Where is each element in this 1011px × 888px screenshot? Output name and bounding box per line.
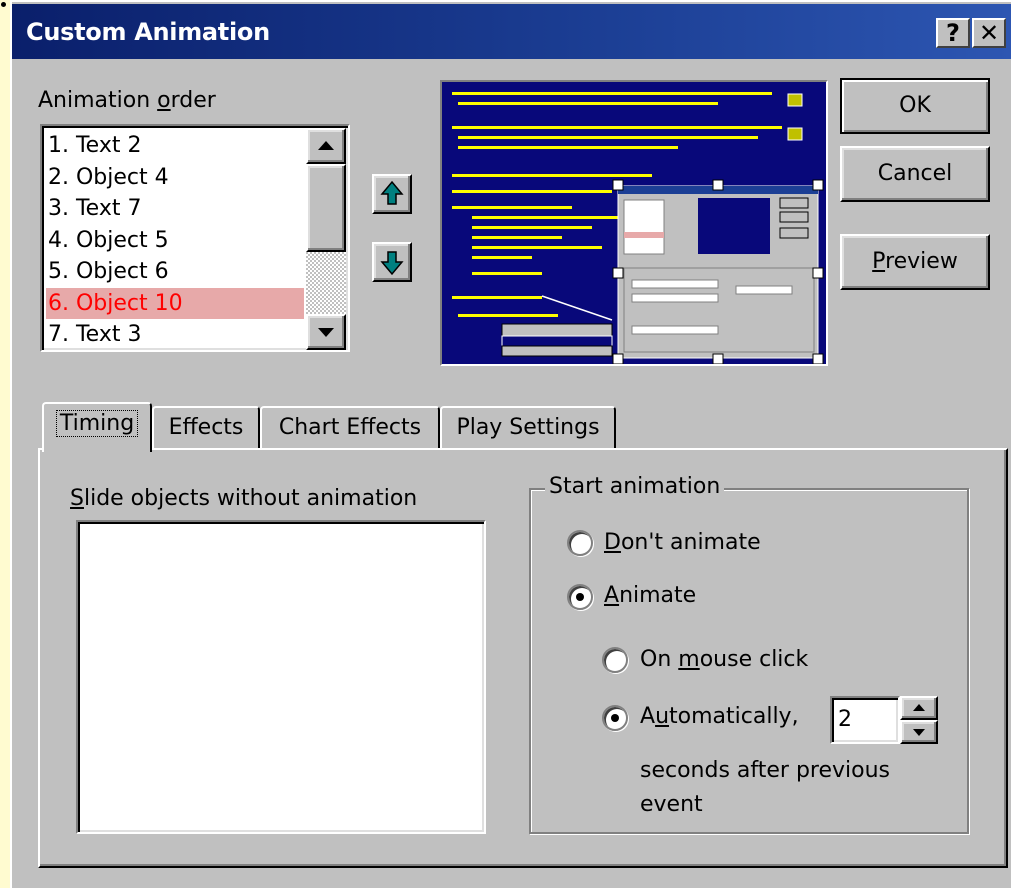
list-item[interactable]: 2. Object 4 <box>46 162 304 194</box>
scroll-up-icon[interactable] <box>306 128 346 164</box>
animation-order-list[interactable]: 1. Text 2 2. Object 4 3. Text 7 4. Object 5… <box>40 124 350 352</box>
animate-radio-dot <box>576 593 584 601</box>
seconds-spinner[interactable] <box>900 696 938 744</box>
close-icon[interactable]: ✕ <box>972 18 1006 48</box>
scroll-track[interactable] <box>306 252 346 314</box>
animation-order-label: Animation order <box>38 88 216 113</box>
tab-play-settings[interactable]: Play Settings <box>440 406 616 450</box>
list-item[interactable]: 3. Text 7 <box>46 193 304 225</box>
custom-animation-dialog: Custom Animation ? ✕ Animation order 1. … <box>10 0 1011 888</box>
list-item[interactable]: 5. Object 6 <box>46 256 304 288</box>
seconds-after-label-line1: seconds after previous <box>640 758 891 783</box>
scroll-thumb[interactable] <box>306 164 346 252</box>
slide-objects-label: Slide objects without animation <box>70 486 418 511</box>
list-item[interactable]: 7. Text 3 <box>46 319 304 350</box>
tab-timing[interactable]: Timing <box>42 402 152 452</box>
move-up-arrow-icon[interactable] <box>372 174 412 214</box>
cursor-dot <box>1 2 6 7</box>
animate-label[interactable]: Animate <box>604 583 696 608</box>
on-mouse-click-radio[interactable] <box>602 647 628 673</box>
dialog-title: Custom Animation <box>26 18 270 46</box>
start-animation-title: Start animation <box>545 474 725 499</box>
on-mouse-click-label[interactable]: On mouse click <box>640 647 808 672</box>
automatically-radio-dot <box>611 714 619 722</box>
tab-effects[interactable]: Effects <box>152 406 260 450</box>
dont-animate-radio[interactable] <box>567 530 593 556</box>
dont-animate-label[interactable]: Don't animate <box>604 530 761 555</box>
seconds-input[interactable]: 2 <box>830 696 900 744</box>
tab-chart-effects[interactable]: Chart Effects <box>260 406 440 450</box>
help-icon[interactable]: ? <box>936 18 970 48</box>
scroll-down-icon[interactable] <box>306 314 346 350</box>
list-item[interactable]: 4. Object 5 <box>46 225 304 257</box>
slide-preview <box>440 80 828 366</box>
list-item[interactable]: 6. Object 10 <box>46 287 304 319</box>
spin-down-icon[interactable] <box>900 720 938 744</box>
spin-up-icon[interactable] <box>900 696 938 720</box>
order-list-scrollbar[interactable] <box>306 128 346 350</box>
slide-objects-list[interactable] <box>76 520 486 834</box>
animate-radio[interactable] <box>567 584 593 610</box>
seconds-after-label-line2: event <box>640 792 703 817</box>
automatically-radio[interactable] <box>602 705 628 731</box>
ok-button[interactable]: OK <box>840 78 990 134</box>
automatically-label[interactable]: Automatically, <box>640 704 799 729</box>
title-bar: Custom Animation ? ✕ <box>12 4 1011 59</box>
slide-thumbnail <box>442 82 826 365</box>
list-item[interactable]: 1. Text 2 <box>46 130 304 162</box>
preview-button[interactable]: Preview <box>840 234 990 290</box>
cancel-button[interactable]: Cancel <box>840 146 990 202</box>
move-down-arrow-icon[interactable] <box>372 242 412 282</box>
